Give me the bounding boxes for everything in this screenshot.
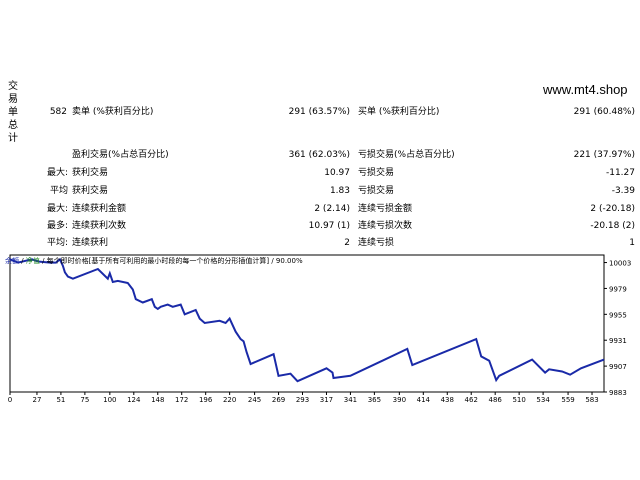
x-tick-label: 414 bbox=[417, 396, 431, 404]
side-char: 总 bbox=[8, 120, 18, 131]
long-positions-label: 买单 (%获利百分比) bbox=[358, 107, 440, 117]
x-tick-label: 365 bbox=[368, 396, 381, 404]
short-positions-label: 卖单 (%获利百分比) bbox=[72, 107, 154, 117]
legend-description: / 每个即时价格[基于所有可利用的最小时段的每一个价格的分形插值计算] / 90… bbox=[42, 257, 303, 265]
x-tick-label: 196 bbox=[199, 396, 213, 404]
x-tick-label: 510 bbox=[512, 396, 525, 404]
y-tick-label: 10003 bbox=[609, 260, 631, 268]
top-blank-band bbox=[0, 0, 640, 80]
x-tick-label: 172 bbox=[175, 396, 188, 404]
average-profit-value: 1.83 bbox=[329, 186, 350, 196]
x-tick-label: 486 bbox=[488, 396, 502, 404]
average-profit-label: 获利交易 bbox=[72, 186, 109, 196]
legend-balance: 余额 bbox=[5, 257, 19, 265]
row-prefix-maximal: 最多: bbox=[46, 221, 68, 231]
max-consec-profit-count-label: 连续获利次数 bbox=[72, 221, 127, 231]
x-tick-label: 438 bbox=[441, 396, 454, 404]
balance-chart: 10003 9979 9955 9931 9907 9883 0 27 51 75 100 124 14… bbox=[6, 254, 631, 404]
side-vertical-label: 交 易 单 总 计 bbox=[6, 80, 20, 145]
max-consec-losses-money-value: 2 (-20.18) bbox=[590, 204, 635, 214]
x-tick-label: 148 bbox=[151, 396, 164, 404]
x-tick-label: 51 bbox=[56, 396, 65, 404]
x-tick-label: 27 bbox=[32, 396, 41, 404]
side-char: 易 bbox=[8, 94, 18, 105]
loss-trades-value: 221 (37.97%) bbox=[573, 150, 635, 160]
largest-profit-label: 获利交易 bbox=[72, 168, 109, 178]
average-consec-losses-value: 1 bbox=[629, 238, 635, 248]
watermark: www.mt4.shop bbox=[543, 82, 628, 97]
legend-sep: / bbox=[21, 257, 24, 265]
average-loss-value: -3.39 bbox=[611, 186, 635, 196]
y-tick-label: 9931 bbox=[609, 337, 627, 345]
average-consec-wins-label: 连续获利 bbox=[72, 238, 109, 248]
x-tick-label: 583 bbox=[585, 396, 598, 404]
row-prefix-average: 平均 bbox=[49, 186, 68, 196]
x-tick-label: 390 bbox=[393, 396, 406, 404]
short-positions-value: 291 (63.57%) bbox=[288, 107, 350, 117]
loss-trades-label: 亏损交易(%占总百分比) bbox=[358, 150, 455, 160]
average-consec-losses-label: 连续亏损 bbox=[358, 238, 395, 248]
y-tick-label: 9979 bbox=[609, 285, 627, 293]
max-consec-losses-money-label: 连续亏损金额 bbox=[358, 204, 413, 214]
side-char: 计 bbox=[8, 133, 18, 144]
side-char: 单 bbox=[8, 107, 18, 118]
total-trades: 582 bbox=[49, 107, 67, 117]
plot-frame bbox=[9, 254, 605, 393]
x-tick-label: 462 bbox=[465, 396, 478, 404]
x-tick-label: 0 bbox=[8, 396, 12, 404]
x-tick-label: 100 bbox=[103, 396, 116, 404]
chart-svg: 10003 9979 9955 9931 9907 9883 0 27 51 75 100 124 14… bbox=[8, 254, 631, 404]
largest-loss-label: 亏损交易 bbox=[358, 168, 395, 178]
row-prefix-largest: 最大: bbox=[46, 168, 68, 178]
row-prefix-maximum: 最大: bbox=[46, 204, 68, 214]
side-char: 交 bbox=[8, 81, 18, 92]
y-tick-label: 9883 bbox=[609, 389, 627, 397]
max-consec-wins-money-label: 连续获利金额 bbox=[72, 204, 127, 214]
max-consec-profit-count-value: 10.97 (1) bbox=[308, 221, 350, 231]
legend-equity: 净值 bbox=[25, 257, 40, 265]
max-consec-loss-count-value: -20.18 (2) bbox=[590, 221, 635, 231]
x-tick-label: 75 bbox=[80, 396, 89, 404]
largest-loss-value: -11.27 bbox=[605, 168, 635, 178]
bottom-blank-band bbox=[0, 408, 640, 480]
x-tick-label: 341 bbox=[344, 396, 357, 404]
row-prefix-average-consec: 平均: bbox=[46, 238, 68, 248]
profit-trades-label: 盈利交易(%占总百分比) bbox=[72, 150, 169, 160]
x-tick-label: 317 bbox=[320, 396, 333, 404]
profit-trades-value: 361 (62.03%) bbox=[288, 150, 350, 160]
long-positions-value: 291 (60.48%) bbox=[573, 107, 635, 117]
x-tick-label: 220 bbox=[223, 396, 236, 404]
x-tick-label: 559 bbox=[561, 396, 574, 404]
x-tick-label: 124 bbox=[127, 396, 141, 404]
average-consec-wins-value: 2 bbox=[344, 238, 350, 248]
y-tick-label: 9907 bbox=[609, 363, 627, 371]
chart-legend: 余额 / 净值 / 每个即时价格[基于所有可利用的最小时段的每一个价格的分形插值… bbox=[5, 257, 303, 266]
y-tick-label: 9955 bbox=[609, 311, 627, 319]
max-consec-loss-count-label: 连续亏损次数 bbox=[358, 221, 413, 231]
x-tick-label: 269 bbox=[272, 396, 285, 404]
x-tick-label: 534 bbox=[536, 396, 550, 404]
largest-profit-value: 10.97 bbox=[324, 168, 350, 178]
x-tick-label: 293 bbox=[296, 396, 309, 404]
average-loss-label: 亏损交易 bbox=[358, 186, 395, 196]
max-consec-wins-money-value: 2 (2.14) bbox=[314, 204, 350, 214]
x-tick-label: 245 bbox=[248, 396, 261, 404]
